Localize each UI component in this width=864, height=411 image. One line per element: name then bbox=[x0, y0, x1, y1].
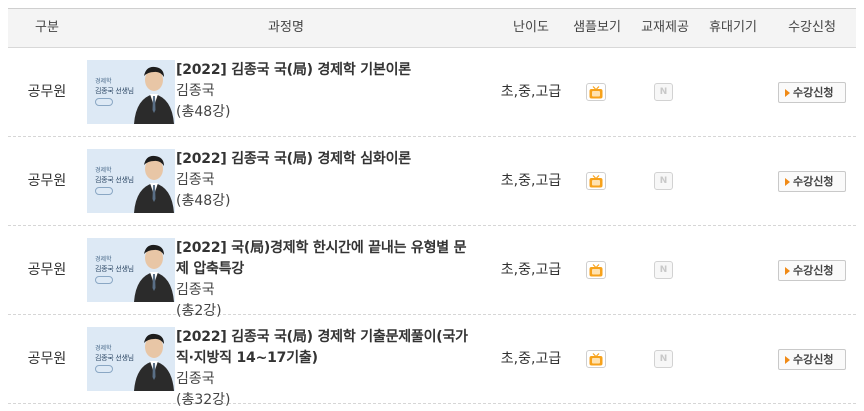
thumbnail-teacher: 김종국 선생님 bbox=[95, 354, 134, 362]
thumbnail-subject: 경제학 bbox=[95, 345, 112, 352]
thumbnail-badge bbox=[95, 98, 113, 106]
tv-icon bbox=[589, 263, 603, 276]
course-teacher: 김종국 bbox=[176, 83, 215, 99]
course-thumbnail[interactable]: 경제학 김종국 선생님 bbox=[87, 327, 175, 391]
category-cell: 공무원 bbox=[27, 262, 67, 278]
course-title[interactable]: [2022] 김종국 국(局) 경제학 기출문제풀이(국가직·지방직 14~17… bbox=[176, 327, 476, 369]
course-info: [2022] 김종국 국(局) 경제학 기본이론 김종국 (총48강) bbox=[176, 60, 476, 123]
header-apply: 수강신청 bbox=[788, 20, 836, 35]
apply-button[interactable]: 수강신청 bbox=[778, 82, 846, 103]
sample-view-button[interactable] bbox=[586, 83, 606, 101]
table-row: 공무원 경제학 김종국 선생님 [2022] 김종국 국(局) 경제학 심화이론… bbox=[8, 137, 856, 226]
thumbnail-subject: 경제학 bbox=[95, 167, 112, 174]
arrow-right-icon bbox=[785, 356, 790, 364]
course-thumbnail[interactable]: 경제학 김종국 선생님 bbox=[87, 60, 175, 124]
category-cell: 공무원 bbox=[27, 351, 67, 367]
course-teacher: 김종국 bbox=[176, 282, 215, 298]
level-cell: 초,중,고급 bbox=[500, 351, 562, 367]
level-cell: 초,중,고급 bbox=[500, 84, 562, 100]
category-cell: 공무원 bbox=[27, 84, 67, 100]
course-info: [2022] 김종국 국(局) 경제학 기출문제풀이(국가직·지방직 14~17… bbox=[176, 327, 476, 411]
course-thumbnail[interactable]: 경제학 김종국 선생님 bbox=[87, 238, 175, 302]
level-cell: 초,중,고급 bbox=[500, 173, 562, 189]
sample-view-button[interactable] bbox=[586, 261, 606, 279]
header-level: 난이도 bbox=[513, 20, 549, 35]
header-category: 구분 bbox=[35, 20, 59, 35]
teacher-photo bbox=[134, 333, 174, 391]
thumbnail-badge bbox=[95, 187, 113, 195]
course-lecture-count: (총48강) bbox=[176, 193, 231, 209]
course-title[interactable]: [2022] 김종국 국(局) 경제학 기본이론 bbox=[176, 60, 476, 81]
table-header: 구분 과정명 난이도 샘플보기 교재제공 휴대기기 수강신청 bbox=[8, 8, 856, 48]
level-cell: 초,중,고급 bbox=[500, 262, 562, 278]
arrow-right-icon bbox=[785, 178, 790, 186]
category-cell: 공무원 bbox=[27, 173, 67, 189]
apply-button-label: 수강신청 bbox=[793, 353, 834, 366]
tv-icon bbox=[589, 174, 603, 187]
course-lecture-count: (총48강) bbox=[176, 104, 231, 120]
sample-view-button[interactable] bbox=[586, 172, 606, 190]
table-row: 공무원 경제학 김종국 선생님 [2022] 국(局)경제학 한시간에 끝내는 … bbox=[8, 226, 856, 319]
course-info: [2022] 국(局)경제학 한시간에 끝내는 유형별 문제 압축특강 김종국 … bbox=[176, 238, 476, 322]
textbook-n-icon: N bbox=[654, 83, 673, 101]
course-lecture-count: (총32강) bbox=[176, 392, 231, 408]
thumbnail-badge bbox=[95, 276, 113, 284]
textbook-n-icon: N bbox=[654, 172, 673, 190]
arrow-right-icon bbox=[785, 267, 790, 275]
thumbnail-badge bbox=[95, 365, 113, 373]
apply-button[interactable]: 수강신청 bbox=[778, 349, 846, 370]
course-table: 구분 과정명 난이도 샘플보기 교재제공 휴대기기 수강신청 공무원 경제학 김… bbox=[8, 8, 856, 408]
header-mobile: 휴대기기 bbox=[709, 20, 757, 35]
course-thumbnail[interactable]: 경제학 김종국 선생님 bbox=[87, 149, 175, 213]
course-title[interactable]: [2022] 국(局)경제학 한시간에 끝내는 유형별 문제 압축특강 bbox=[176, 238, 476, 280]
textbook-n-icon: N bbox=[654, 350, 673, 368]
course-teacher: 김종국 bbox=[176, 371, 215, 387]
teacher-photo bbox=[134, 155, 174, 213]
teacher-photo bbox=[134, 244, 174, 302]
apply-button[interactable]: 수강신청 bbox=[778, 260, 846, 281]
apply-button-label: 수강신청 bbox=[793, 264, 834, 277]
thumbnail-subject: 경제학 bbox=[95, 256, 112, 263]
apply-button-label: 수강신청 bbox=[793, 86, 834, 99]
course-teacher: 김종국 bbox=[176, 172, 215, 188]
teacher-photo bbox=[134, 66, 174, 124]
tv-icon bbox=[589, 352, 603, 365]
header-textbook: 교재제공 bbox=[641, 20, 689, 35]
thumbnail-teacher: 김종국 선생님 bbox=[95, 176, 134, 184]
thumbnail-teacher: 김종국 선생님 bbox=[95, 87, 134, 95]
sample-view-button[interactable] bbox=[586, 350, 606, 368]
thumbnail-subject: 경제학 bbox=[95, 78, 112, 85]
thumbnail-teacher: 김종국 선생님 bbox=[95, 265, 134, 273]
textbook-n-icon: N bbox=[654, 261, 673, 279]
header-course: 과정명 bbox=[268, 20, 304, 35]
course-info: [2022] 김종국 국(局) 경제학 심화이론 김종국 (총48강) bbox=[176, 149, 476, 212]
table-row: 공무원 경제학 김종국 선생님 [2022] 김종국 국(局) 경제학 기본이론… bbox=[8, 48, 856, 137]
apply-button-label: 수강신청 bbox=[793, 175, 834, 188]
header-sample: 샘플보기 bbox=[573, 20, 621, 35]
table-row: 공무원 경제학 김종국 선생님 [2022] 김종국 국(局) 경제학 기출문제… bbox=[8, 315, 856, 408]
tv-icon bbox=[589, 85, 603, 98]
course-title[interactable]: [2022] 김종국 국(局) 경제학 심화이론 bbox=[176, 149, 476, 170]
apply-button[interactable]: 수강신청 bbox=[778, 171, 846, 192]
arrow-right-icon bbox=[785, 89, 790, 97]
